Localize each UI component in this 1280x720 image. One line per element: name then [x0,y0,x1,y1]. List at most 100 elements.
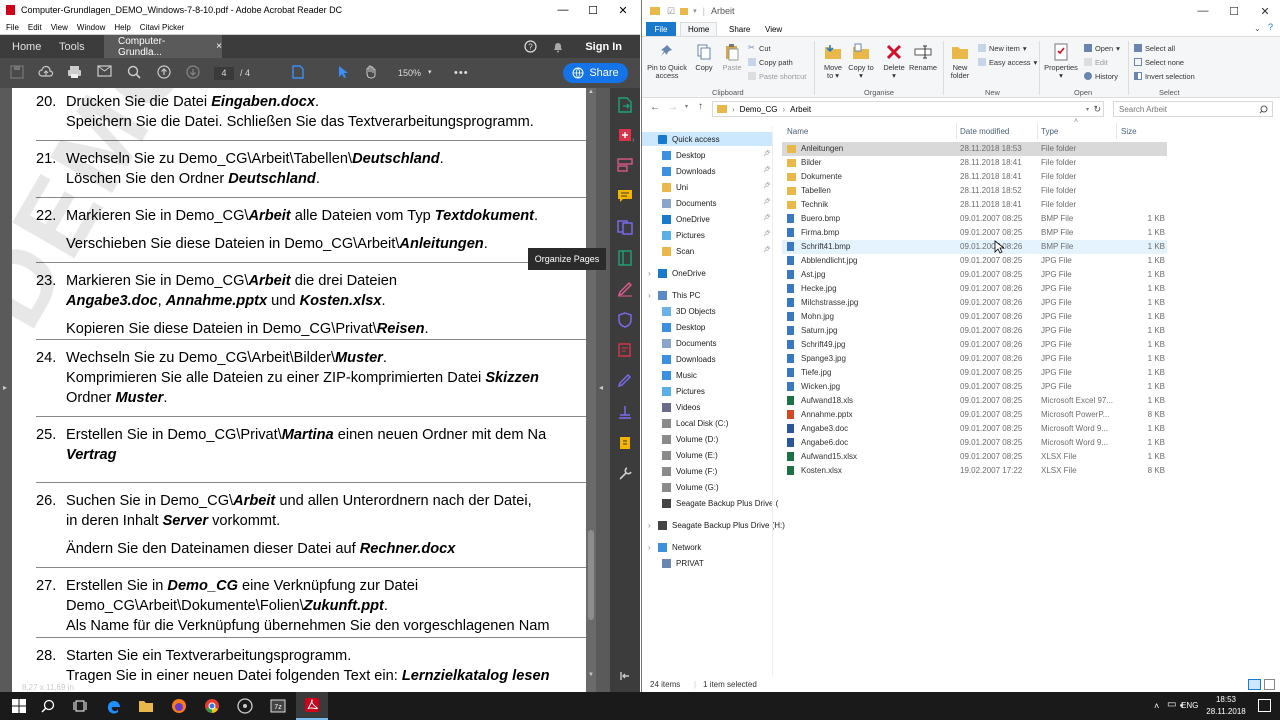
send-for-signature-icon[interactable] [617,373,633,389]
file-row[interactable]: Aufwand18.xls 09.01.2007 08:25 Microsoft E… [782,394,1167,408]
send-for-review-icon[interactable] [617,342,633,358]
nav-item[interactable]: › Quick access [632,132,772,146]
qat-properties-icon[interactable]: ☑ [667,6,675,17]
file-row[interactable]: Tiefe.jpg 09.01.2007 08:25 JPG File 1 KB [782,366,1167,380]
tray-overflow-icon[interactable]: ˄ [1154,701,1159,711]
breadcrumb-arbeit[interactable]: Arbeit [790,105,811,114]
nav-item[interactable]: PRIVAT [662,556,704,570]
nav-item[interactable]: 3D Objects [662,304,716,318]
nav-item[interactable]: Documents [662,196,716,210]
tab-home[interactable]: Home [12,35,41,58]
file-row[interactable]: Bilder 28.11.2018 18:41 File folder [782,156,1167,170]
nav-item[interactable]: Volume (G:) [662,480,719,494]
scroll-up-icon[interactable]: ▲ [588,89,594,95]
copy-to-button[interactable]: Copy to ▾ [848,43,874,80]
nav-item[interactable]: Seagate Backup Plus Drive ( [662,496,778,510]
delete-button[interactable]: Delete ▾ [881,43,907,80]
column-separator[interactable] [956,123,957,139]
search-icon[interactable] [127,65,141,79]
combine-files-icon[interactable] [617,219,633,235]
copy-path-button[interactable]: Copy path [748,56,793,68]
scroll-down-icon[interactable]: ▼ [588,672,594,678]
nav-item[interactable]: › Seagate Backup Plus Drive (H:) [648,518,785,532]
pin-icon[interactable]: 📌︎ [763,150,771,157]
properties-button[interactable]: Properties ▾ [1043,43,1079,80]
save-icon[interactable] [10,65,24,79]
page-view-icon[interactable] [292,65,304,79]
menu-file[interactable]: File [6,23,19,32]
nav-item[interactable]: Videos [662,400,700,414]
nav-item[interactable]: › This PC [648,288,700,302]
fill-sign-icon[interactable] [617,281,633,297]
expand-chevron-icon[interactable]: › [632,135,635,144]
file-row[interactable]: Firma.bmp 09.01.2007 08:25 BMP File 1 KB [782,226,1167,240]
column-separator[interactable] [1037,123,1038,139]
file-row[interactable]: Ast.jpg 09.01.2007 08:25 JPG File 1 KB [782,268,1167,282]
menu-window[interactable]: Window [77,23,105,32]
address-bar[interactable]: › Demo_CG › Arbeit ▾ ↻ [712,101,1104,117]
select-all-button[interactable]: Select all [1134,42,1175,54]
edge-icon[interactable] [104,696,124,716]
file-explorer-icon[interactable] [136,696,156,716]
file-row[interactable]: Kosten.xlsx 19.02.2007 17:22 XLSX File 8 KB [782,464,1167,478]
page-number-input[interactable]: 4 [214,67,234,80]
file-row[interactable]: Anleitungen 28.11.2018 18:53 File folder [782,142,1167,156]
select-cursor-icon[interactable] [337,65,349,79]
protect-icon[interactable] [617,312,633,328]
nav-item[interactable]: OneDrive [662,212,710,226]
breadcrumb-demo-cg[interactable]: Demo_CG [740,105,778,114]
forward-arrow-icon[interactable]: → [668,102,678,113]
measure-icon[interactable] [617,404,633,420]
chrome-icon[interactable] [202,696,222,716]
help-icon[interactable]: ? [1268,22,1273,32]
expand-chevron-icon[interactable]: › [648,521,651,530]
file-row[interactable]: Wicken.jpg 09.01.2007 08:25 JPG File 1 KB [782,380,1167,394]
language-indicator[interactable]: ENG [1181,701,1198,710]
open-button[interactable]: Open ▾ [1084,42,1120,54]
search-input[interactable]: Search Arbeit [1113,101,1273,117]
cut-button[interactable]: ✂ Cut [748,42,771,54]
tab-tools[interactable]: Tools [59,35,85,58]
pin-icon[interactable]: 📌︎ [763,182,771,189]
file-row[interactable]: Schrift41.bmp 09.01.2007 08:26 BMP File 1 K… [782,240,1167,254]
nav-item[interactable]: Music [662,368,697,382]
notifications-icon[interactable] [1258,699,1271,712]
mail-icon[interactable] [97,65,112,77]
tab-document[interactable]: Computer-Grundla... × [104,35,222,58]
right-panel-toggle-icon[interactable]: ◂ [599,383,603,392]
column-type[interactable]: Type [1041,124,1058,138]
menu-edit[interactable]: Edit [28,23,42,32]
menu-help[interactable]: Help [114,23,130,32]
nav-item[interactable]: Scan [662,244,694,258]
file-row[interactable]: Annahme.pptx 09.01.2007 08:25 Microsoft Po… [782,408,1167,422]
column-name[interactable]: Name [787,124,808,138]
page-up-icon[interactable] [157,65,171,79]
tab-home[interactable]: Home [680,22,718,36]
more-tools-icon[interactable]: ••• [454,67,469,79]
nav-item[interactable]: Local Disk (C:) [662,416,728,430]
address-dropdown-icon[interactable]: ▾ [1086,106,1089,113]
file-row[interactable]: Tabellen 28.11.2018 18:52 File folder [782,184,1167,198]
print-icon[interactable] [67,65,82,79]
new-folder-button[interactable]: New folder [947,43,973,80]
menu-citavi-picker[interactable]: Citavi Picker [140,23,184,32]
zoom-level[interactable]: 150% [398,68,421,78]
recent-locations-icon[interactable]: ▾ [685,103,688,110]
breadcrumb-chevron-icon[interactable]: › [782,105,785,114]
history-button[interactable]: History [1084,70,1118,82]
up-arrow-icon[interactable]: ↑ [698,101,703,112]
task-view-icon[interactable] [70,696,90,716]
rename-button[interactable]: Rename [908,43,938,72]
file-row[interactable]: Spange3.jpg 09.01.2007 08:26 JPG File 1 KB [782,352,1167,366]
paste-button[interactable]: Paste [720,43,744,72]
search-icon[interactable] [38,696,58,716]
pin-to-quick-access-button[interactable]: Pin to Quick access [645,43,689,80]
nav-item[interactable]: › OneDrive [648,266,706,280]
acrobat-taskbar-icon[interactable] [296,692,328,720]
expand-chevron-icon[interactable]: › [648,269,651,278]
tab-share[interactable]: Share [722,22,757,36]
document-area[interactable]: 20. Drucken Sie die Datei Eingaben.docx. S… [0,88,610,692]
column-date-modified[interactable]: Date modified [960,124,1009,138]
pin-icon[interactable]: 📌︎ [763,214,771,221]
comment-icon[interactable] [617,188,633,204]
